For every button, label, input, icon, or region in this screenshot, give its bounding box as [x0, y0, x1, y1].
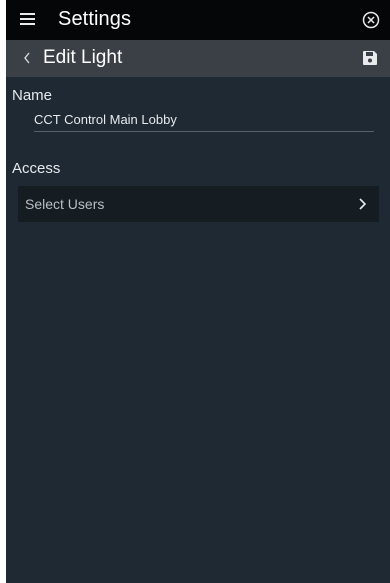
hamburger-menu-icon[interactable] [20, 13, 35, 26]
chevron-right-icon [359, 198, 366, 210]
app-frame: Settings Edit Light Name CCT Control Mai… [6, 0, 390, 583]
chevron-left-icon[interactable] [23, 52, 31, 64]
name-field[interactable]: CCT Control Main Lobby [34, 111, 374, 132]
select-users-row[interactable]: Select Users [18, 186, 379, 222]
close-circle-icon[interactable] [362, 11, 380, 29]
save-disk-icon[interactable] [362, 50, 378, 66]
access-label: Access [12, 160, 61, 177]
app-title: Settings [58, 8, 132, 30]
page-title: Edit Light [43, 47, 123, 68]
top-header: Settings [6, 0, 390, 40]
sub-header: Edit Light [6, 40, 390, 77]
select-users-label: Select Users [25, 196, 105, 212]
name-label: Name [12, 87, 53, 104]
